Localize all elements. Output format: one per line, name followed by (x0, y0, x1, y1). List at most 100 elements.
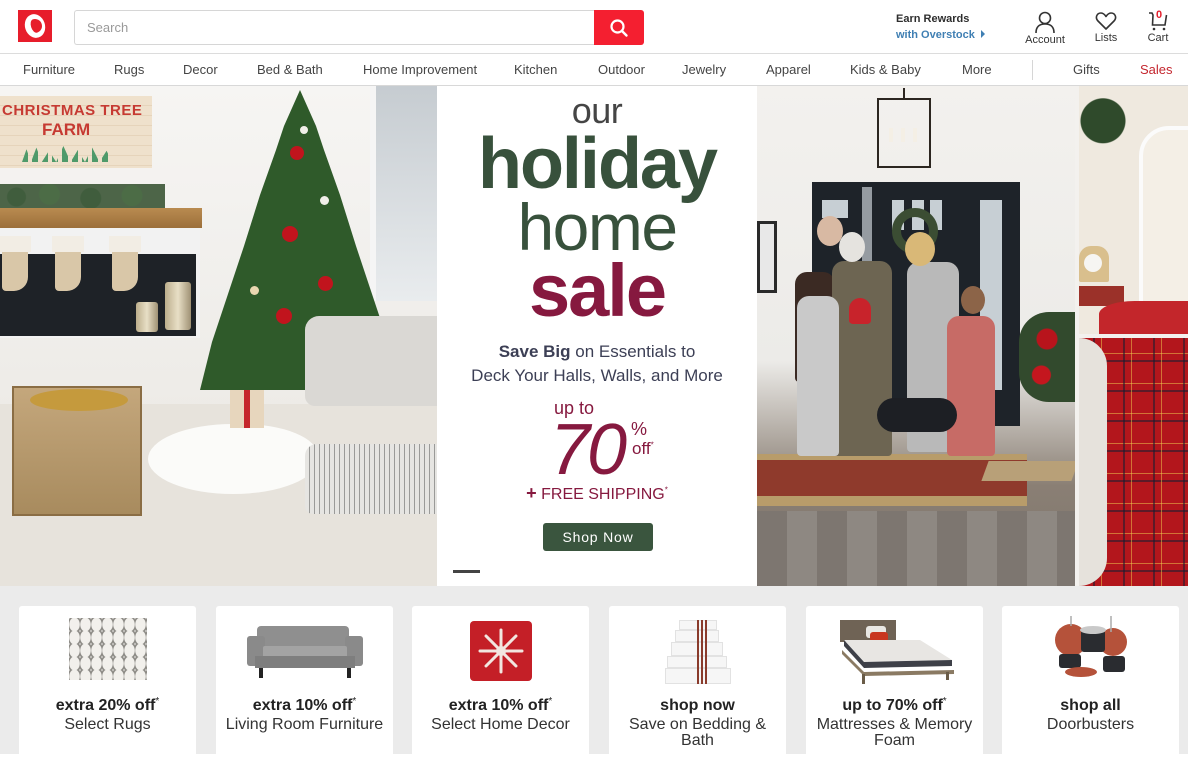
nav-item-rugs[interactable]: Rugs (114, 62, 144, 77)
nav-item-kids-baby[interactable]: Kids & Baby (850, 62, 921, 77)
nav-item-bed-bath[interactable]: Bed & Bath (257, 62, 323, 77)
account-button[interactable]: Account (1022, 11, 1068, 46)
site-header: Earn Rewards with Overstock Account List… (0, 0, 1188, 54)
promo-card-living-room[interactable]: extra 10% off* Living Room Furniture (216, 606, 393, 766)
wreath (1079, 86, 1127, 144)
armchair (305, 316, 437, 406)
person-head (905, 232, 935, 266)
hero-banner: CHRISTMAS TREE FARM our holiday home sal… (0, 86, 1188, 586)
search-input[interactable] (74, 10, 594, 45)
pillow (1079, 338, 1107, 586)
overstock-logo[interactable] (18, 10, 52, 42)
card-subtitle: Doorbusters (1046, 716, 1135, 733)
hero-image-plaid-throw[interactable] (1079, 338, 1188, 586)
cookware-image (1046, 616, 1136, 684)
window (370, 86, 437, 301)
bench (981, 461, 1075, 481)
person (947, 316, 995, 456)
ornament (276, 308, 292, 324)
sign-trees (22, 146, 112, 162)
ornament (282, 226, 298, 242)
sign-line1: CHRISTMAS TREE (2, 102, 143, 119)
nav-item-more[interactable]: More (962, 62, 992, 77)
ornament (300, 126, 308, 134)
nav-item-kitchen[interactable]: Kitchen (514, 62, 557, 77)
caret-right-icon (980, 30, 985, 38)
card-subtitle: Select Rugs (64, 716, 151, 733)
nav-item-outdoor[interactable]: Outdoor (598, 62, 645, 77)
shop-now-button[interactable]: Shop Now (543, 523, 653, 551)
person-head (961, 286, 985, 314)
bed-headboard (1139, 126, 1188, 326)
nav-item-gifts[interactable]: Gifts (1073, 62, 1100, 77)
account-label: Account (1025, 34, 1065, 46)
nav-item-furniture[interactable]: Furniture (23, 62, 75, 77)
card-subtitle: Mattresses & Memory Foam (816, 716, 973, 749)
promo-description: Save Big on Essentials to Deck Your Hall… (437, 340, 757, 388)
lantern (165, 282, 191, 330)
stocking (0, 236, 31, 291)
sign-line2: FARM (42, 120, 91, 139)
cart-button[interactable]: 0 Cart (1142, 9, 1174, 44)
promo-card-home-decor[interactable]: extra 10% off* Select Home Decor (412, 606, 589, 766)
clock-icon (1079, 246, 1109, 282)
lists-button[interactable]: Lists (1088, 11, 1124, 44)
promo-percent-sign: % (631, 419, 648, 439)
ornament (290, 146, 304, 160)
nav-divider (1032, 60, 1033, 80)
person-head (839, 232, 865, 262)
promo-card-mattresses[interactable]: up to 70% off* Mattresses & Memory Foam (806, 606, 983, 766)
sofa-image (246, 618, 363, 684)
gold-tray (30, 389, 128, 411)
search-icon (610, 19, 628, 37)
dog (877, 398, 957, 432)
card-title: extra 20% off* (55, 696, 160, 714)
promo-card-rugs[interactable]: extra 20% off* Select Rugs (19, 606, 196, 766)
person (797, 296, 839, 456)
rewards-line1: Earn Rewards (896, 13, 970, 25)
gift (849, 298, 871, 324)
promo-save-big: Save Big (498, 342, 571, 361)
fur-rug (148, 424, 318, 494)
nav-item-jewelry[interactable]: Jewelry (682, 62, 726, 77)
card-title: extra 10% off* (252, 696, 357, 714)
nav-item-home-improvement[interactable]: Home Improvement (363, 62, 477, 77)
rewards-line2: with Overstock (896, 29, 975, 41)
promo-free-shipping: + FREE SHIPPING* (526, 483, 668, 503)
ornament (250, 286, 259, 295)
nav-item-sales[interactable]: Sales (1140, 62, 1173, 77)
carousel-indicator[interactable] (453, 570, 480, 573)
lists-label: Lists (1094, 32, 1118, 44)
promo-save-rest: on Essentials to (570, 342, 696, 361)
logo-o-icon (21, 11, 49, 41)
promo-cards: extra 20% off* Select Rugs extra 10% off… (0, 586, 1188, 766)
promo-card-doorbusters[interactable]: shop all Doorbusters (1002, 606, 1179, 766)
hero-image-bedroom[interactable] (1079, 86, 1188, 334)
card-title: shop now (660, 697, 735, 714)
cart-label: Cart (1147, 32, 1169, 44)
lantern (136, 302, 158, 332)
promo-sale: sale (528, 249, 667, 332)
promo-off: off* (632, 439, 654, 458)
red-pillow (1099, 301, 1188, 334)
hero-image-entryway[interactable] (757, 86, 1075, 586)
promo-percent-value: 70 (550, 410, 627, 490)
search-button[interactable] (594, 10, 644, 45)
promo-save-line2: Deck Your Halls, Walls, and More (471, 366, 723, 385)
christmas-tree-farm-sign: CHRISTMAS TREE FARM (0, 96, 152, 168)
heart-icon (1095, 12, 1117, 30)
nav-item-apparel[interactable]: Apparel (766, 62, 811, 77)
hero-promo-panel: our holiday home sale Save Big on Essent… (437, 86, 757, 586)
earn-rewards-link[interactable]: Earn Rewards with Overstock (896, 11, 985, 43)
nav-item-decor[interactable]: Decor (183, 62, 218, 77)
card-subtitle: Living Room Furniture (225, 716, 384, 733)
category-nav: Furniture Rugs Decor Bed & Bath Home Imp… (0, 54, 1188, 86)
card-title: up to 70% off* (842, 696, 947, 714)
gift-box (230, 390, 264, 428)
promo-card-bedding-bath[interactable]: shop now Save on Bedding & Bath (609, 606, 786, 766)
mantel-garland (0, 184, 165, 210)
stocking (109, 236, 141, 291)
wall-art (757, 221, 777, 293)
snowflake-pillow-image (456, 618, 546, 684)
hero-image-living-room[interactable]: CHRISTMAS TREE FARM (0, 86, 437, 586)
